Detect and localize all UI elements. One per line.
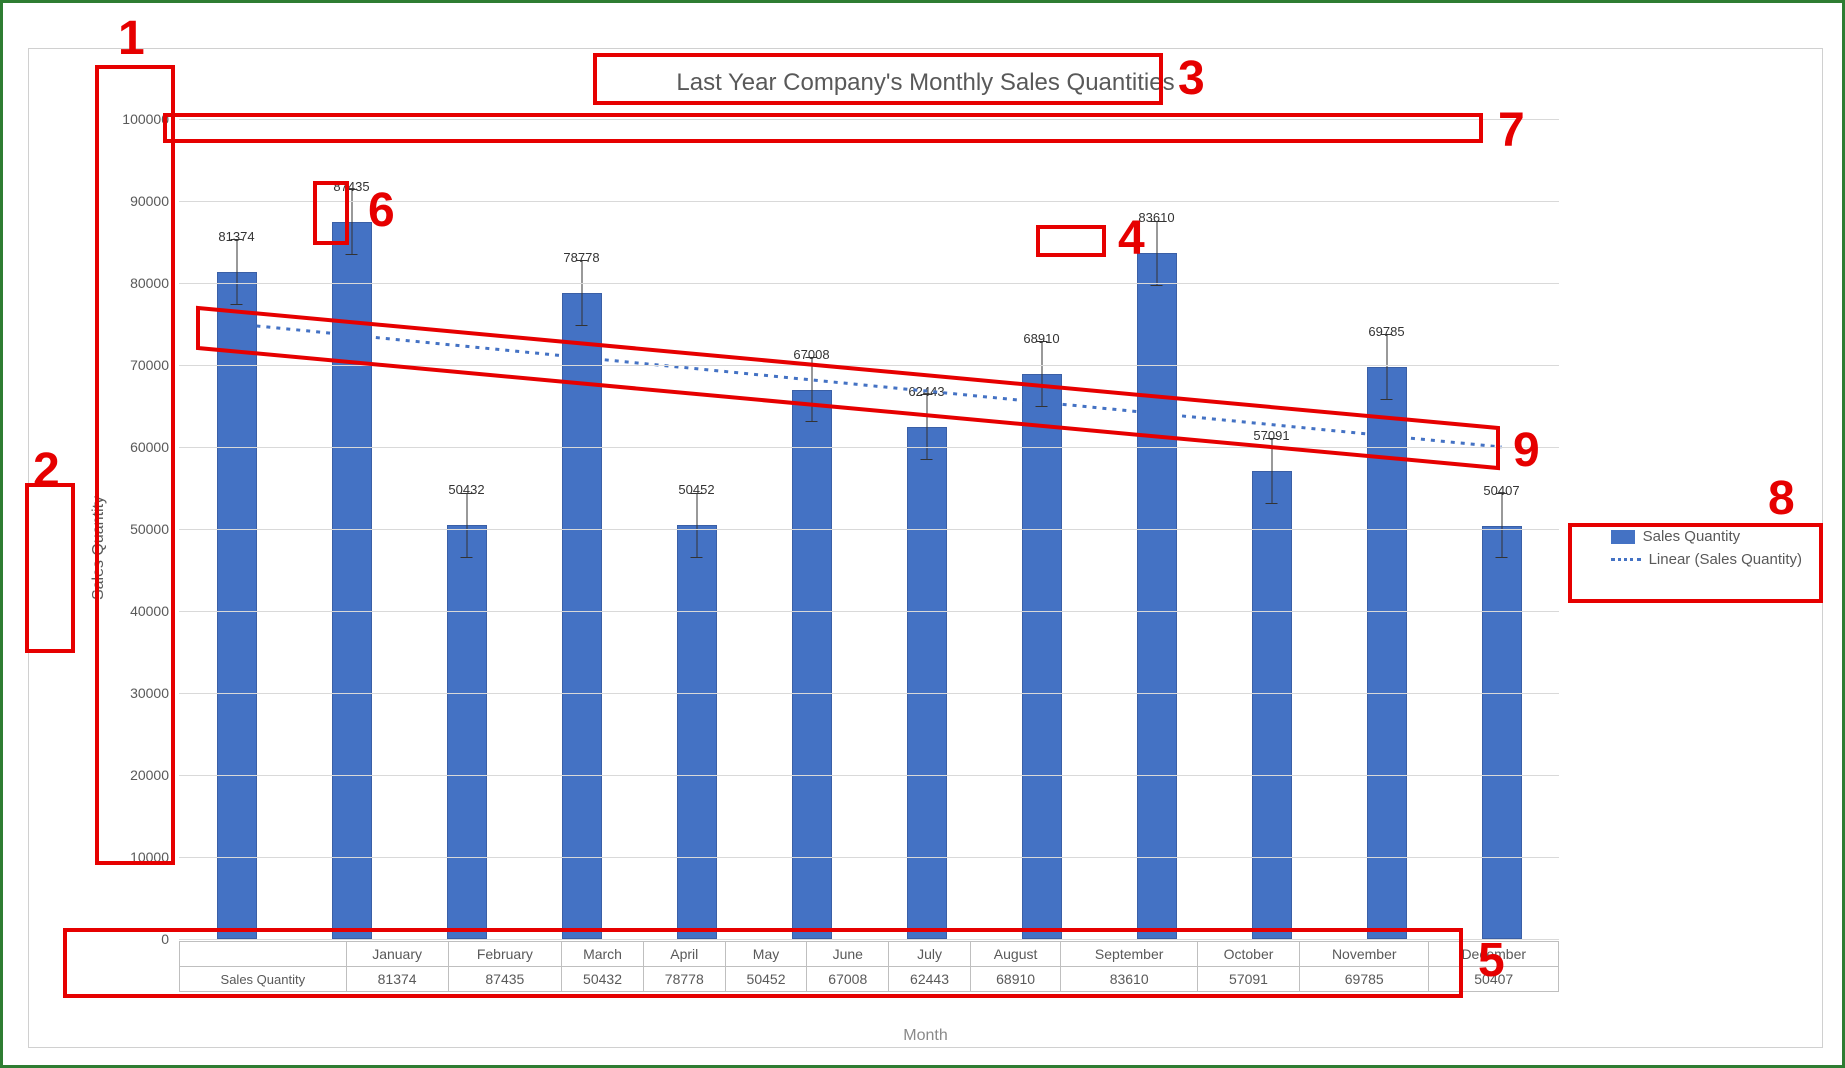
bar [1022,374,1062,939]
data-table-value: 83610 [1061,967,1198,992]
y-tick-label: 60000 [130,439,179,455]
error-bar [1501,493,1502,559]
gridline [179,119,1559,120]
bar [907,427,947,939]
data-table-category: November [1300,942,1429,967]
data-table: JanuaryFebruaryMarchAprilMayJuneJulyAugu… [179,941,1559,992]
data-table-value: 81374 [346,967,448,992]
annotation-number-7: 7 [1498,103,1525,158]
gridline [179,693,1559,694]
bar [332,222,372,939]
y-tick-label: 80000 [130,275,179,291]
legend-item-series: Sales Quantity [1611,528,1802,545]
data-table-value: 57091 [1198,967,1300,992]
data-table-value: 67008 [807,967,889,992]
bar [217,272,257,939]
gridline [179,775,1559,776]
y-tick-label: 90000 [130,193,179,209]
legend-swatch-bar-icon [1611,530,1635,544]
bar [1367,367,1407,939]
error-bar [236,239,237,305]
data-table-value: 62443 [889,967,971,992]
legend-item-trend: Linear (Sales Quantity) [1611,551,1802,568]
y-tick-label: 50000 [130,521,179,537]
data-table-category: June [807,942,889,967]
data-table-category: July [889,942,971,967]
data-table-value: 69785 [1300,967,1429,992]
bar [1252,471,1292,939]
y-axis-title: Sales Quantity [90,496,108,600]
plot-area: 8137487435504327877850452670086244368910… [179,119,1559,939]
y-tick-label: 70000 [130,357,179,373]
bar [562,293,602,939]
data-table-value: 78778 [643,967,725,992]
annotation-number-5: 5 [1478,933,1505,988]
error-bar [696,493,697,559]
annotation-number-2: 2 [33,443,60,498]
data-table-category: October [1198,942,1300,967]
data-table-value: 68910 [970,967,1060,992]
data-table-category: August [970,942,1060,967]
error-bar [581,260,582,326]
chart-title: Last Year Company's Monthly Sales Quanti… [676,69,1174,97]
error-bar [1386,334,1387,400]
data-table-value: 87435 [448,967,562,992]
error-bar [351,189,352,255]
annotation-number-6: 6 [368,183,395,238]
data-table-category: March [562,942,644,967]
gridline [179,939,1559,940]
data-table-value: 50432 [562,967,644,992]
data-table-row-label: Sales Quantity [180,967,347,992]
data-table-category: February [448,942,562,967]
gridline [179,283,1559,284]
error-bar [1156,221,1157,287]
annotation-number-1: 1 [118,11,145,66]
gridline [179,447,1559,448]
legend-trend-label: Linear (Sales Quantity) [1649,551,1802,568]
y-tick-label: 40000 [130,603,179,619]
bar [447,525,487,939]
legend-swatch-line-icon [1611,558,1641,561]
gridline [179,857,1559,858]
data-table-corner [180,942,347,967]
y-tick-label: 100000 [122,111,179,127]
y-tick-label: 20000 [130,767,179,783]
data-table-category: May [725,942,807,967]
error-bar [811,357,812,423]
error-bar [926,394,927,460]
legend-series-label: Sales Quantity [1643,528,1741,545]
gridline [179,365,1559,366]
annotation-number-9: 9 [1513,423,1540,478]
x-axis-title: Month [903,1027,947,1045]
bar [1137,253,1177,939]
gridline [179,529,1559,530]
y-tick-label: 0 [161,931,179,947]
data-table-category: September [1061,942,1198,967]
error-bar [466,493,467,559]
error-bar [1041,341,1042,407]
y-tick-label: 10000 [130,849,179,865]
annotation-number-8: 8 [1768,471,1795,526]
gridline [179,611,1559,612]
annotation-number-3: 3 [1178,51,1205,106]
y-tick-label: 30000 [130,685,179,701]
annotation-number-4: 4 [1118,211,1145,266]
data-table-value: 50452 [725,967,807,992]
chart-frame: Last Year Company's Monthly Sales Quanti… [28,48,1823,1048]
data-table-category: April [643,942,725,967]
bar [1482,526,1522,939]
bar [677,525,717,939]
legend: Sales Quantity Linear (Sales Quantity) [1611,522,1802,574]
data-table-category: January [346,942,448,967]
